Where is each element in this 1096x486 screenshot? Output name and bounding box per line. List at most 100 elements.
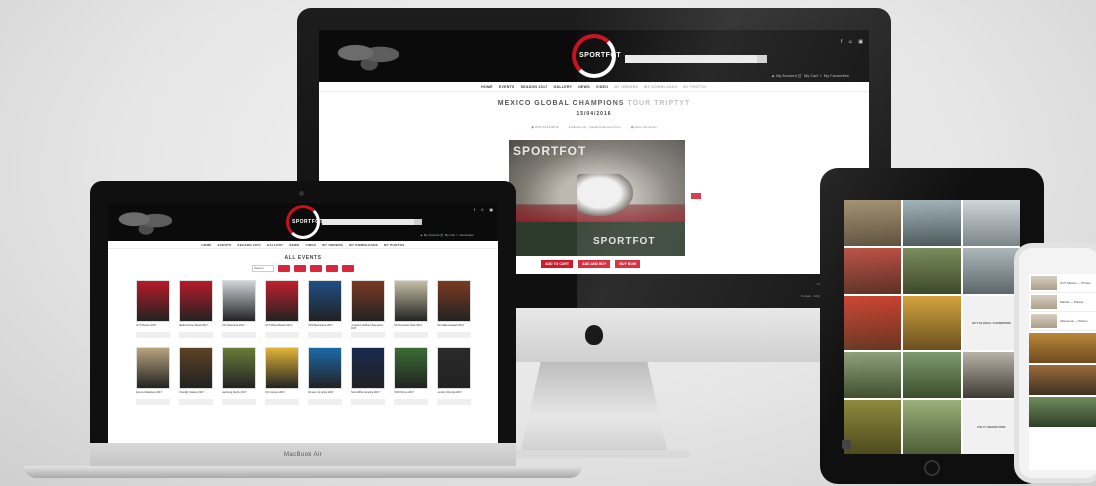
page-title: ALL EVENTS [284, 255, 322, 261]
event-card-footer [307, 332, 342, 338]
event-card[interactable]: Madrid Horse Week 2017 [178, 280, 213, 338]
event-card[interactable]: Hamburg Derby 2017 [221, 347, 256, 405]
list-item[interactable]: Vilamoura — Photos [1029, 312, 1096, 331]
event-poster[interactable] [135, 280, 170, 322]
nav-home[interactable]: HOME [481, 85, 493, 89]
event-card[interactable]: CSI Valkenswaard 2017 [436, 280, 471, 338]
nav-news[interactable]: NEWS [289, 243, 299, 247]
nav-my-downloads[interactable]: MY DOWNLOADS [644, 85, 677, 89]
nav-events[interactable]: EVENTS [218, 243, 232, 247]
event-poster[interactable] [307, 347, 342, 389]
event-poster[interactable] [436, 347, 471, 389]
filter-eventing-icon[interactable] [310, 265, 322, 272]
event-poster[interactable] [178, 347, 213, 389]
nav-my-downloads[interactable]: MY DOWNLOADS [349, 243, 378, 247]
list-item[interactable]: GCT Mexico — Photos [1029, 274, 1096, 293]
season-select[interactable]: Season [252, 265, 274, 272]
nav-season[interactable]: SEASON 2017 [521, 85, 548, 89]
event-card-title: CSI Valkenswaard 2017 [436, 324, 465, 327]
gallery-photo[interactable] [1029, 365, 1096, 395]
nav-gallery[interactable]: GALLERY [554, 85, 573, 89]
gallery-photo[interactable] [903, 400, 961, 454]
gallery-photo[interactable] [1029, 333, 1096, 363]
event-card[interactable]: CSI Vilamoura 2017 [221, 280, 256, 338]
site-logo[interactable]: SPORTFOT [292, 219, 323, 225]
gallery-caption[interactable]: GCT GLOBAL CHAMPIONS [962, 296, 1020, 350]
event-meta-favourite[interactable]: ▣ Add to favourites [631, 125, 657, 129]
list-item[interactable]: Madrid — Photos [1029, 293, 1096, 312]
gallery-photo[interactable] [962, 248, 1020, 294]
gallery-caption[interactable]: CSI 5* GRAND PRIX [962, 400, 1020, 454]
nav-news[interactable]: NEWS [578, 85, 590, 89]
nav-my-photos[interactable]: MY PHOTOS [683, 85, 707, 89]
filter-jumping-icon[interactable] [278, 265, 290, 272]
event-card[interactable]: CSI Sentower Park 2017 [393, 280, 428, 338]
gallery-photo[interactable] [844, 400, 902, 454]
gallery-photo[interactable] [1029, 397, 1096, 427]
camera-icon [299, 191, 304, 196]
gallery-photo[interactable] [903, 200, 961, 246]
social-icons[interactable]: f ☺ ▣ [474, 207, 495, 212]
search-button[interactable] [414, 219, 422, 225]
nav-events[interactable]: EVENTS [499, 85, 515, 89]
event-poster[interactable] [307, 280, 342, 322]
event-poster[interactable] [393, 347, 428, 389]
next-photo-button[interactable] [691, 193, 701, 199]
account-links[interactable]: ▲ My Account 🛒 My Cart ☆ My Favourites [771, 73, 849, 78]
gallery-photo[interactable] [844, 296, 902, 350]
buy-now-button[interactable]: BUY NOW [615, 260, 641, 268]
event-poster[interactable] [264, 280, 299, 322]
gallery-photo[interactable] [903, 248, 961, 294]
nav-my-orders[interactable]: MY ORDERS [322, 243, 343, 247]
event-poster[interactable] [393, 280, 428, 322]
filter-dressage-icon[interactable] [294, 265, 306, 272]
event-card[interactable]: London Olympia 2017 [436, 347, 471, 405]
event-card[interactable]: GCT Mexico 2017 [135, 280, 170, 338]
gallery-photo[interactable] [903, 352, 961, 398]
search-input[interactable] [322, 219, 414, 225]
filter-racing-icon[interactable] [342, 265, 354, 272]
event-card-title: CSI Sentower Park 2017 [393, 324, 423, 327]
event-poster[interactable] [350, 347, 385, 389]
event-card[interactable]: Chantilly Classic 2017 [178, 347, 213, 405]
nav-gallery[interactable]: GALLERY [267, 243, 283, 247]
gallery-photo[interactable] [962, 200, 1020, 246]
gallery-photo[interactable] [844, 352, 902, 398]
search-button[interactable] [757, 55, 767, 63]
event-card[interactable]: Paris Eiffel Jumping 2017 [350, 347, 385, 405]
nav-video[interactable]: VIDEO [305, 243, 316, 247]
event-poster[interactable] [221, 347, 256, 389]
nav-home[interactable]: HOME [201, 243, 211, 247]
event-card[interactable]: Longines Global Champions 2017 [350, 280, 385, 338]
search-input[interactable] [625, 55, 757, 63]
event-poster[interactable] [436, 280, 471, 322]
event-card[interactable]: CSI Cannes 2017 [264, 347, 299, 405]
home-button-icon [924, 460, 940, 476]
event-poster[interactable] [350, 280, 385, 322]
nav-video[interactable]: VIDEO [596, 85, 608, 89]
event-card[interactable]: Spruce Meadows 2017 [135, 347, 170, 405]
site-logo[interactable]: SPORTFOT [579, 52, 621, 59]
event-card[interactable]: CSIO Barcelona 2017 [307, 280, 342, 338]
nav-my-photos[interactable]: MY PHOTOS [384, 243, 405, 247]
event-poster[interactable] [135, 347, 170, 389]
add-and-buy-button[interactable]: ADD AND BUY [578, 260, 611, 268]
nav-season[interactable]: SEASON 2017 [237, 243, 260, 247]
event-card[interactable]: Monaco Jumping 2017 [307, 347, 342, 405]
account-links[interactable]: ▲ My Account 🛒 My Cart ☆ Favourites [420, 233, 474, 237]
event-poster[interactable] [221, 280, 256, 322]
gallery-photo[interactable] [962, 352, 1020, 398]
gallery-photo[interactable] [844, 200, 902, 246]
social-icons[interactable]: f ☺ ▣ [841, 39, 865, 45]
gallery-photo[interactable] [844, 248, 902, 294]
event-poster[interactable] [178, 280, 213, 322]
event-card[interactable]: GCT Miami Beach 2017 [264, 280, 299, 338]
event-photo[interactable]: SPORTFOT SPORTFOT [509, 140, 685, 256]
nav-my-orders[interactable]: MY ORDERS [614, 85, 638, 89]
add-to-cart-button[interactable]: ADD TO CART [541, 260, 574, 268]
back-to-top-icon[interactable] [842, 440, 851, 449]
event-card[interactable]: CSIO Rome 2017 [393, 347, 428, 405]
filter-endurance-icon[interactable] [326, 265, 338, 272]
event-poster[interactable] [264, 347, 299, 389]
gallery-photo[interactable] [903, 296, 961, 350]
